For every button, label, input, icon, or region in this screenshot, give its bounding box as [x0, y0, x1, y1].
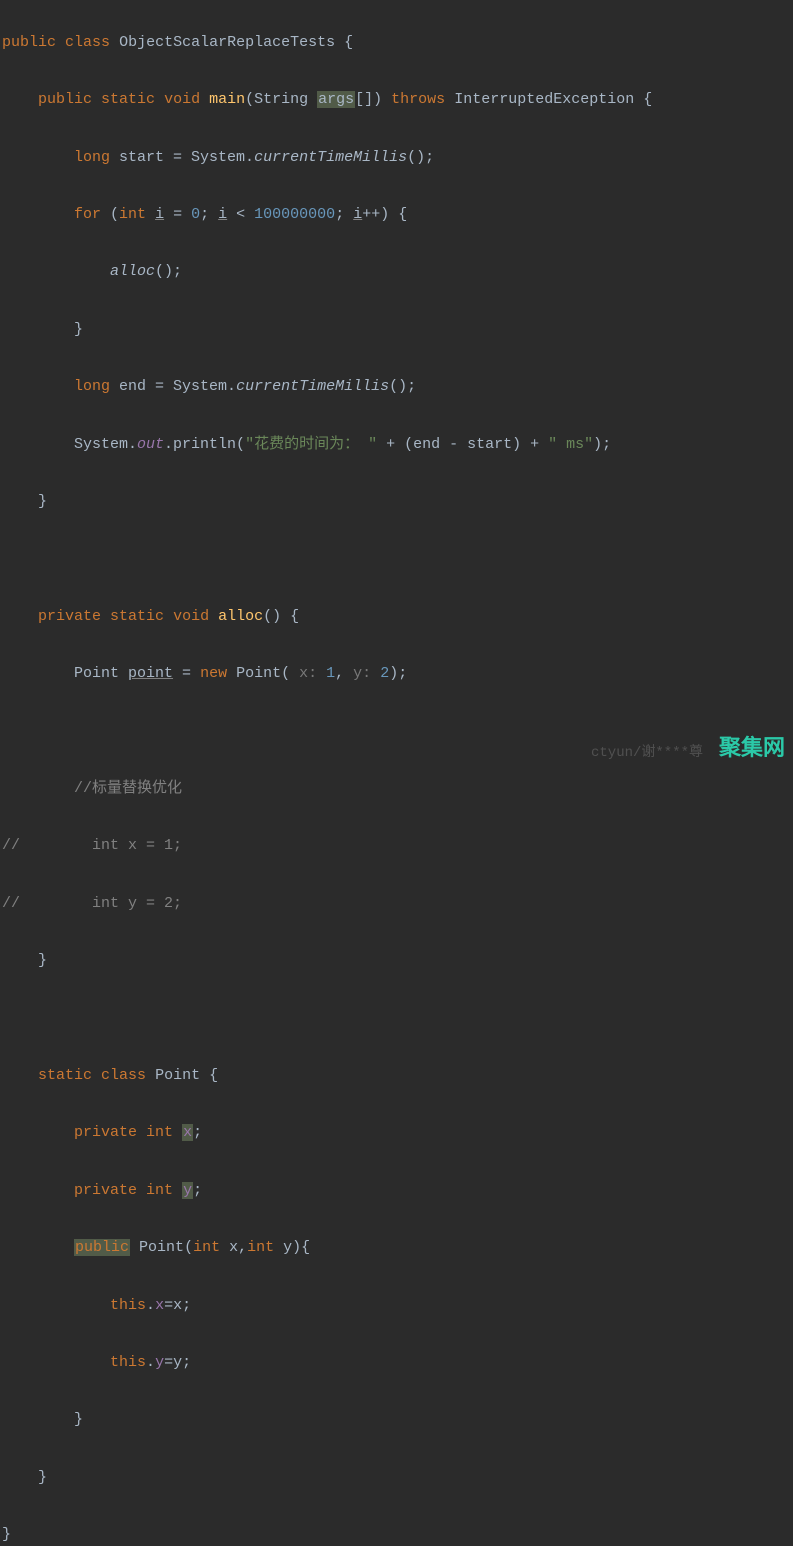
param-hint-y: y: — [353, 665, 371, 682]
keyword-private: private — [38, 608, 101, 625]
method-alloc: alloc — [218, 608, 263, 625]
code-line: private static void alloc() { — [2, 603, 793, 632]
class-name: ObjectScalarReplaceTests — [119, 34, 335, 51]
code-line: } — [2, 1406, 793, 1435]
class-name: Point — [155, 1067, 200, 1084]
code-line: private int y; — [2, 1177, 793, 1206]
code-line: } — [2, 1464, 793, 1493]
keyword-int: int — [146, 1124, 173, 1141]
keyword-public: public — [74, 1239, 130, 1256]
field-out: out — [137, 436, 164, 453]
code-line: } — [2, 1521, 793, 1546]
code-line: alloc(); — [2, 258, 793, 287]
keyword-int: int — [193, 1239, 220, 1256]
number-literal: 100000000 — [254, 206, 335, 223]
keyword-private: private — [74, 1182, 137, 1199]
code-line: this.y=y; — [2, 1349, 793, 1378]
code-line: public class ObjectScalarReplaceTests { — [2, 29, 793, 58]
number-literal: 0 — [191, 206, 200, 223]
field-y: y — [155, 1354, 164, 1371]
static-method: currentTimeMillis — [236, 378, 389, 395]
keyword-long: long — [74, 149, 110, 166]
keyword-static: static — [110, 608, 164, 625]
var-i: i — [218, 206, 227, 223]
code-line: long start = System.currentTimeMillis(); — [2, 144, 793, 173]
var-i: i — [155, 206, 164, 223]
field-y: y — [182, 1182, 193, 1199]
keyword-public: public — [38, 91, 92, 108]
keyword-class: class — [65, 34, 110, 51]
keyword-for: for — [74, 206, 101, 223]
param-hint-x: x: — [299, 665, 317, 682]
code-line: Point point = new Point( x: 1, y: 2); — [2, 660, 793, 689]
code-line: } — [2, 316, 793, 345]
comment: // — [2, 837, 20, 854]
code-line — [2, 545, 793, 574]
static-method: currentTimeMillis — [254, 149, 407, 166]
code-line: } — [2, 947, 793, 976]
code-editor[interactable]: public class ObjectScalarReplaceTests { … — [2, 0, 793, 1546]
code-line: } — [2, 488, 793, 517]
field-x: x — [155, 1297, 164, 1314]
string-literal: " ms" — [548, 436, 593, 453]
method-main: main — [209, 91, 245, 108]
number-literal: 1 — [326, 665, 335, 682]
keyword-int: int — [119, 206, 146, 223]
var-point: point — [128, 665, 173, 682]
keyword-class: class — [101, 1067, 146, 1084]
method-call: alloc — [110, 263, 155, 280]
watermark-user: ctyun/谢****尊 — [591, 739, 703, 768]
var-i: i — [353, 206, 362, 223]
keyword-static: static — [101, 91, 155, 108]
watermark-site: 聚集网 — [719, 734, 785, 763]
param-args: args — [317, 91, 355, 108]
keyword-int: int — [146, 1182, 173, 1199]
code-line: //标量替换优化 — [2, 775, 793, 804]
keyword-throws: throws — [391, 91, 445, 108]
code-line: this.x=x; — [2, 1292, 793, 1321]
keyword-new: new — [200, 665, 227, 682]
code-line: System.out.println("花费的时间为： " + (end - s… — [2, 431, 793, 460]
code-line: for (int i = 0; i < 100000000; i++) { — [2, 201, 793, 230]
constructor-name: Point — [139, 1239, 184, 1256]
keyword-int: int — [247, 1239, 274, 1256]
code-line — [2, 1005, 793, 1034]
code-line: public Point(int x,int y){ — [2, 1234, 793, 1263]
keyword-static: static — [38, 1067, 92, 1084]
comment: //标量替换优化 — [74, 780, 182, 797]
keyword-void: void — [173, 608, 209, 625]
code-line: static class Point { — [2, 1062, 793, 1091]
code-line: public static void main(String args[]) t… — [2, 86, 793, 115]
comment: // — [2, 895, 20, 912]
code-line: // int x = 1; — [2, 832, 793, 861]
keyword-this: this — [110, 1297, 146, 1314]
number-literal: 2 — [380, 665, 389, 682]
keyword-long: long — [74, 378, 110, 395]
code-line: // int y = 2; — [2, 890, 793, 919]
code-line: private int x; — [2, 1119, 793, 1148]
code-line: long end = System.currentTimeMillis(); — [2, 373, 793, 402]
exception-type: InterruptedException { — [445, 91, 652, 108]
field-x: x — [182, 1124, 193, 1141]
keyword-private: private — [74, 1124, 137, 1141]
keyword-this: this — [110, 1354, 146, 1371]
keyword-void: void — [164, 91, 200, 108]
string-literal: "花费的时间为： " — [245, 436, 377, 453]
keyword-public: public — [2, 34, 56, 51]
